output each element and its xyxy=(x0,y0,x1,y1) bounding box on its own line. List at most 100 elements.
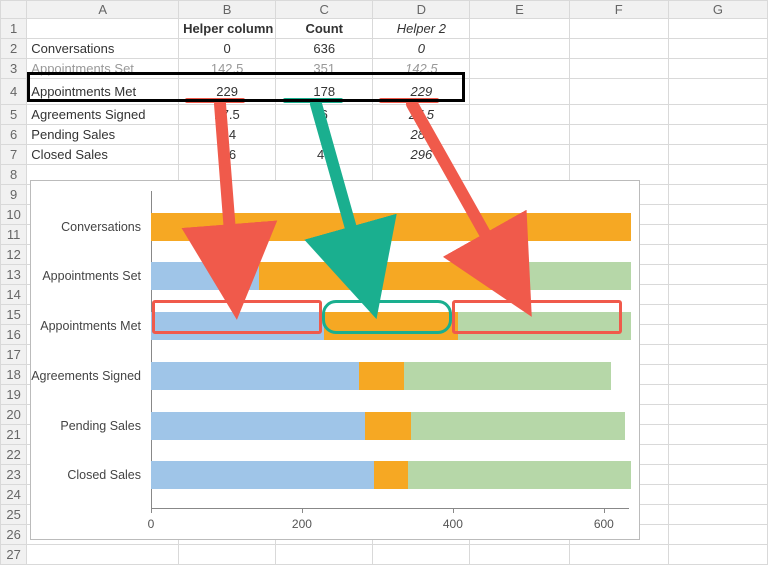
embedded-chart[interactable]: ConversationsAppointments SetAppointment… xyxy=(30,180,640,540)
row-header[interactable]: 5 xyxy=(1,105,27,125)
row-header[interactable]: 12 xyxy=(1,245,27,265)
col-header-E[interactable]: E xyxy=(470,1,569,19)
cell[interactable] xyxy=(668,465,767,485)
cell[interactable] xyxy=(179,545,276,565)
cell[interactable] xyxy=(668,105,767,125)
cell[interactable] xyxy=(373,545,470,565)
row-header[interactable]: 9 xyxy=(1,185,27,205)
cell[interactable]: 284 xyxy=(373,125,470,145)
cell[interactable] xyxy=(668,185,767,205)
cell[interactable]: Closed Sales xyxy=(27,145,179,165)
cell[interactable] xyxy=(569,19,668,39)
cell-C4[interactable]: 178 xyxy=(276,79,373,105)
cell[interactable] xyxy=(470,19,569,39)
cell[interactable] xyxy=(668,485,767,505)
cell[interactable]: 636 xyxy=(276,39,373,59)
cell[interactable] xyxy=(470,79,569,105)
col-header-F[interactable]: F xyxy=(569,1,668,19)
row-header[interactable]: 20 xyxy=(1,405,27,425)
row-header[interactable]: 7 xyxy=(1,145,27,165)
cell[interactable]: 142.5 xyxy=(373,59,470,79)
cell[interactable]: 142.5 xyxy=(179,59,276,79)
row-header[interactable]: 18 xyxy=(1,365,27,385)
row-header[interactable]: 19 xyxy=(1,385,27,405)
cell[interactable] xyxy=(668,545,767,565)
cell[interactable] xyxy=(668,19,767,39)
cell[interactable] xyxy=(569,145,668,165)
cell[interactable] xyxy=(470,125,569,145)
cell[interactable] xyxy=(668,59,767,79)
cell[interactable]: Helper column xyxy=(179,19,276,39)
cell[interactable]: 0 xyxy=(373,39,470,59)
cell[interactable] xyxy=(569,39,668,59)
col-header-G[interactable]: G xyxy=(668,1,767,19)
cell[interactable] xyxy=(470,145,569,165)
cell[interactable] xyxy=(276,545,373,565)
cell[interactable] xyxy=(668,505,767,525)
row-header[interactable]: 1 xyxy=(1,19,27,39)
cell[interactable] xyxy=(569,545,668,565)
cell[interactable]: 351 xyxy=(276,59,373,79)
cell[interactable] xyxy=(668,345,767,365)
row-header[interactable]: 25 xyxy=(1,505,27,525)
col-header-C[interactable]: C xyxy=(276,1,373,19)
cell[interactable] xyxy=(668,125,767,145)
cell[interactable] xyxy=(470,39,569,59)
row-header[interactable]: 11 xyxy=(1,225,27,245)
cell[interactable] xyxy=(668,79,767,105)
row-header[interactable]: 26 xyxy=(1,525,27,545)
cell[interactable] xyxy=(569,79,668,105)
row-header[interactable]: 13 xyxy=(1,265,27,285)
cell[interactable]: 44 xyxy=(276,145,373,165)
cell[interactable] xyxy=(668,385,767,405)
row-header[interactable]: 14 xyxy=(1,285,27,305)
cell[interactable] xyxy=(668,425,767,445)
row-header[interactable]: 6 xyxy=(1,125,27,145)
cell[interactable]: 296 xyxy=(373,145,470,165)
col-header-B[interactable]: B xyxy=(179,1,276,19)
cell[interactable] xyxy=(668,265,767,285)
cell[interactable] xyxy=(668,225,767,245)
cell[interactable] xyxy=(668,405,767,425)
cell[interactable] xyxy=(668,365,767,385)
cell[interactable] xyxy=(27,19,179,39)
row-header[interactable]: 24 xyxy=(1,485,27,505)
cell[interactable]: 2 6 xyxy=(179,145,276,165)
col-header-D[interactable]: D xyxy=(373,1,470,19)
row-header[interactable]: 16 xyxy=(1,325,27,345)
cell-D4[interactable]: 229 xyxy=(373,79,470,105)
cell[interactable]: Count xyxy=(276,19,373,39)
corner-cell[interactable] xyxy=(1,1,27,19)
row-header[interactable]: 21 xyxy=(1,425,27,445)
cell[interactable] xyxy=(470,105,569,125)
cell[interactable] xyxy=(668,145,767,165)
cell[interactable] xyxy=(569,59,668,79)
cell[interactable]: 27.5 xyxy=(179,105,276,125)
cell[interactable] xyxy=(668,39,767,59)
cell[interactable]: 0 xyxy=(179,39,276,59)
col-header-A[interactable]: A xyxy=(27,1,179,19)
cell[interactable] xyxy=(470,545,569,565)
row-header[interactable]: 27 xyxy=(1,545,27,565)
cell[interactable] xyxy=(569,125,668,145)
cell[interactable]: 6 xyxy=(276,125,373,145)
cell[interactable]: Helper 2 xyxy=(373,19,470,39)
row-header[interactable]: 3 xyxy=(1,59,27,79)
cell[interactable] xyxy=(668,525,767,545)
cell[interactable] xyxy=(668,285,767,305)
row-header[interactable]: 15 xyxy=(1,305,27,325)
row-header[interactable]: 23 xyxy=(1,465,27,485)
cell[interactable] xyxy=(668,305,767,325)
row-header[interactable]: 4 xyxy=(1,79,27,105)
cell[interactable]: Appointments Set xyxy=(27,59,179,79)
cell[interactable]: Appointments Met xyxy=(27,79,179,105)
row-header[interactable]: 2 xyxy=(1,39,27,59)
row-header[interactable]: 17 xyxy=(1,345,27,365)
cell[interactable] xyxy=(668,165,767,185)
cell[interactable]: Agreements Signed xyxy=(27,105,179,125)
cell-B4[interactable]: 229 xyxy=(179,79,276,105)
cell[interactable]: 2 4 xyxy=(179,125,276,145)
cell[interactable] xyxy=(470,59,569,79)
cell[interactable]: 6 xyxy=(276,105,373,125)
row-header[interactable]: 10 xyxy=(1,205,27,225)
